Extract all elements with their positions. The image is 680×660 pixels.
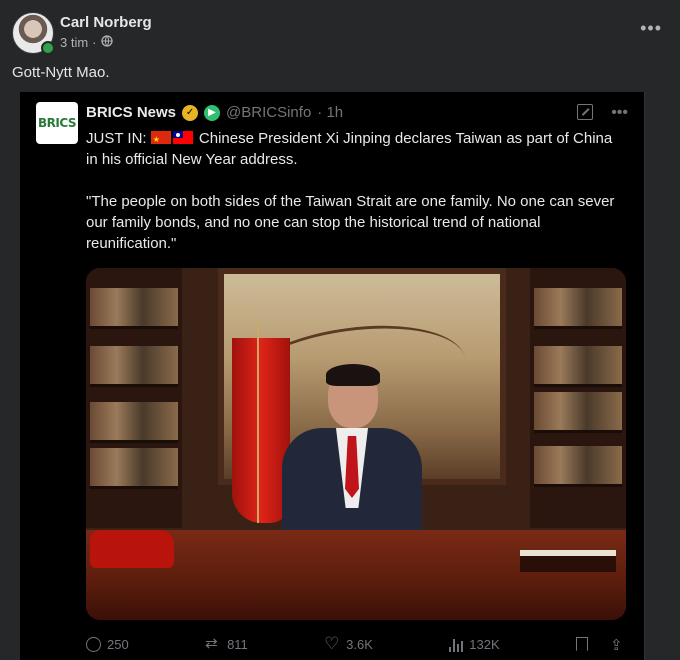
person-hair: [326, 364, 380, 386]
tweet-age: · 1h: [317, 104, 344, 121]
like-button[interactable]: 3.6K: [324, 636, 373, 652]
like-count: 3.6K: [346, 636, 373, 652]
affiliate-badge-icon: ▶: [204, 104, 221, 121]
bookshelf-right: [530, 268, 626, 528]
heart-icon: [324, 636, 340, 652]
retweet-count: 811: [227, 636, 248, 652]
china-flag-icon: [150, 129, 171, 150]
tweet-lead: JUST IN:: [86, 130, 147, 147]
retweet-button[interactable]: ⇄ 811: [205, 636, 248, 652]
tweet-header: BRICS News ✓ ▶ @BRICSinfo · 1h: [86, 104, 343, 121]
post-meta: 3 tim ·: [60, 35, 113, 50]
flag-pole: [257, 323, 259, 523]
reply-count: 250: [107, 636, 129, 652]
meta-separator: ·: [92, 35, 97, 50]
tweet-author-name[interactable]: BRICS News: [86, 104, 176, 121]
tweet-more-button[interactable]: •••: [611, 104, 628, 122]
taiwan-flag-icon: [172, 131, 193, 144]
share-icon[interactable]: [610, 636, 626, 652]
facebook-post: Carl Norberg 3 tim · ••• Gott-Nytt Mao. …: [0, 0, 680, 660]
tweet-handle[interactable]: @BRICSinfo: [226, 104, 311, 121]
tweet-image[interactable]: [86, 268, 626, 620]
tweet-top-actions: •••: [577, 104, 628, 122]
reply-icon: [86, 636, 101, 652]
online-status-dot: [41, 41, 55, 55]
open-book: [520, 550, 616, 572]
views-button[interactable]: 132K: [449, 636, 500, 652]
grok-icon[interactable]: [577, 104, 594, 120]
tweet-text: JUST IN: Chinese President Xi Jinping de…: [86, 128, 626, 254]
post-text: Gott-Nytt Mao.: [12, 64, 110, 81]
bookshelf-left: [86, 268, 182, 528]
more-options-button[interactable]: •••: [640, 18, 662, 39]
bookmark-icon[interactable]: [576, 637, 588, 651]
globe-icon: [100, 35, 113, 50]
tweet-extra-actions: [576, 636, 626, 652]
views-icon: [449, 636, 464, 652]
views-count: 132K: [469, 636, 500, 652]
reply-button[interactable]: 250: [86, 636, 129, 652]
post-time[interactable]: 3 tim: [60, 35, 88, 50]
retweet-icon: ⇄: [205, 635, 218, 652]
embedded-tweet[interactable]: BRICS BRICS News ✓ ▶ @BRICSinfo · 1h •••…: [20, 92, 645, 660]
red-telephone: [90, 530, 174, 568]
author-name[interactable]: Carl Norberg: [60, 14, 152, 31]
brics-logo[interactable]: BRICS: [36, 102, 78, 144]
tweet-quote: "The people on both sides of the Taiwan …: [86, 193, 615, 252]
verified-badge-icon: ✓: [182, 104, 199, 121]
tweet-stats-bar: 250 ⇄ 811 3.6K 132K: [86, 636, 626, 652]
